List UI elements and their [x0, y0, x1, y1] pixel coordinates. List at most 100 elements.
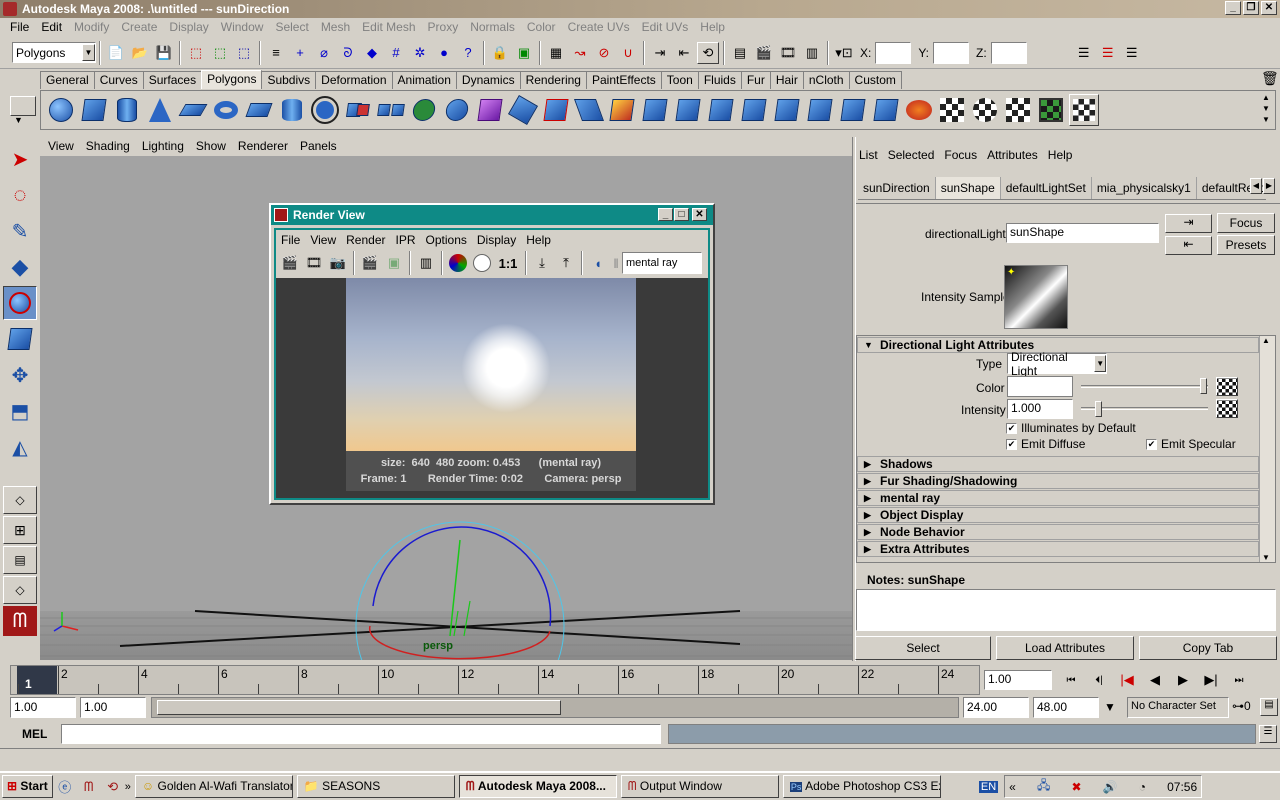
select-hierarchy-icon[interactable]: ⬚ [185, 42, 207, 64]
uv-snapshot-icon[interactable] [1068, 94, 1099, 126]
pause-icon[interactable]: ‖ [611, 252, 621, 274]
menu-color[interactable]: Color [521, 18, 562, 37]
menu-modify[interactable]: Modify [68, 18, 115, 37]
emit-diffuse-checkbox[interactable]: ✔ Emit Diffuse [1006, 437, 1085, 451]
poly-cylinder-icon[interactable] [112, 94, 142, 126]
render-view-maximize-button[interactable]: □ [674, 208, 689, 221]
step-back-frame-icon[interactable]: ⏴| [1086, 669, 1112, 691]
quick-launch-maya-icon[interactable]: ᗰ [78, 776, 100, 798]
shelf-tab-dynamics[interactable]: Dynamics [455, 71, 521, 89]
mel-input[interactable] [61, 724, 661, 744]
tray-security-icon[interactable]: ✖ [1071, 780, 1081, 794]
go-to-output-icon[interactable]: ⇤ [1165, 236, 1212, 255]
poly-torus-icon[interactable] [211, 94, 241, 126]
character-set-field[interactable]: No Character Set [1127, 697, 1229, 718]
snap-curve-icon[interactable]: ↝ [569, 42, 591, 64]
playback-end-field[interactable]: 24.00 [963, 697, 1029, 718]
rv-menu-render[interactable]: Render [341, 230, 390, 250]
go-to-input-icon[interactable]: ⇥ [1165, 214, 1212, 233]
color-slider-handle[interactable] [1200, 378, 1207, 394]
color-map-button[interactable] [1216, 377, 1238, 396]
shelf-tab-rendering[interactable]: Rendering [519, 71, 587, 89]
input-field-mode-icon[interactable]: ▾⊡ [833, 42, 855, 64]
render-settings-icon[interactable]: ▤ [729, 42, 751, 64]
wedge-icon[interactable] [871, 94, 901, 126]
boolean-union-icon[interactable] [409, 94, 439, 126]
x-field[interactable] [875, 41, 912, 64]
tab-scroll-left-icon[interactable]: ◀ [1250, 178, 1262, 194]
ae-menu-help[interactable]: Help [1043, 146, 1078, 165]
poly-prism-icon[interactable] [244, 94, 274, 126]
renderer-field[interactable]: mental ray [622, 252, 702, 274]
show-manipulator-icon[interactable]: ◭ [3, 430, 37, 464]
paint-select-tool-icon[interactable]: ✎ [3, 214, 37, 248]
select-button[interactable]: Select [855, 636, 991, 660]
render-current-frame-icon[interactable]: 🎬 [753, 42, 775, 64]
rv-menu-ipr[interactable]: IPR [391, 230, 421, 250]
intensity-slider-handle[interactable] [1095, 401, 1103, 417]
show-attr-editor-icon[interactable]: ☰ [1073, 42, 1095, 64]
render-image-area[interactable]: size: 640 480 zoom: 0.453 (mental ray) F… [276, 278, 708, 498]
input-ops-icon[interactable]: ⇥ [649, 42, 671, 64]
ae-menu-focus[interactable]: Focus [939, 146, 982, 165]
taskbar-item-maya[interactable]: ᗰ Autodesk Maya 2008... [458, 775, 617, 798]
ae-tab-sunshape[interactable]: sunShape [935, 176, 1001, 199]
shelf-menu-arrow-icon[interactable]: ▼ [14, 115, 23, 125]
rv-menu-options[interactable]: Options [421, 230, 472, 250]
move-tool-icon[interactable]: ◆ [3, 250, 37, 284]
shelf-tab-fluids[interactable]: Fluids [697, 71, 742, 89]
curve-mask-icon[interactable]: ᘐ [337, 42, 359, 64]
intensity-field[interactable]: 1.000 [1007, 399, 1073, 419]
node-name-field[interactable]: sunShape [1006, 223, 1159, 243]
shelf-tab-animation[interactable]: Animation [391, 71, 457, 89]
rotate-tool-icon[interactable] [3, 286, 37, 320]
section-fur-shading[interactable]: ▶ Fur Shading/Shadowing [857, 473, 1259, 489]
y-field[interactable] [933, 41, 970, 64]
focus-button[interactable]: Focus [1217, 213, 1275, 233]
shelf-tab-fur[interactable]: Fur [740, 71, 771, 89]
select-object-icon[interactable]: ⬚ [209, 42, 231, 64]
range-track[interactable] [151, 697, 959, 718]
append-polygon-icon[interactable] [607, 94, 637, 126]
menu-proxy[interactable]: Proxy [422, 18, 465, 37]
show-tool-settings-icon[interactable]: ☰ [1121, 42, 1143, 64]
menu-edit-uvs[interactable]: Edit UVs [636, 18, 695, 37]
tray-network-icon[interactable]: 🖧 [1037, 776, 1050, 797]
rv-menu-view[interactable]: View [305, 230, 341, 250]
insert-edge-loop-icon[interactable] [673, 94, 703, 126]
extrude-icon[interactable] [541, 94, 571, 126]
light-type-dropdown[interactable]: Directional Light ▼ [1007, 350, 1107, 378]
shelf-tab-hair[interactable]: Hair [769, 71, 804, 89]
menu-set-select[interactable]: Polygons ▼ [12, 42, 96, 63]
four-view-layout-icon[interactable]: ⊞ [3, 516, 37, 544]
snap-view-plane-icon[interactable]: ∪ [617, 42, 639, 64]
render-view-close-button[interactable]: ✕ [692, 208, 707, 221]
merge-vertex-icon[interactable] [739, 94, 769, 126]
taskbar-item-output-window[interactable]: ᗰ Output Window [620, 775, 779, 798]
step-back-key-icon[interactable]: |◀ [1114, 669, 1140, 691]
close-button[interactable]: ✕ [1261, 1, 1277, 15]
lasso-tool-icon[interactable]: ◌ [3, 178, 37, 212]
spherical-mapping-icon[interactable] [970, 94, 1000, 126]
separate-icon[interactable] [376, 94, 406, 126]
range-bar[interactable] [157, 700, 561, 715]
section-extra-attributes[interactable]: ▶ Extra Attributes [857, 541, 1259, 557]
copy-tab-button[interactable]: Copy Tab [1139, 636, 1277, 660]
menu-edit[interactable]: Edit [35, 18, 68, 37]
poly-cone-icon[interactable] [145, 94, 175, 126]
language-indicator[interactable]: EN [978, 780, 999, 793]
show-channel-box-icon[interactable]: ☰ [1097, 42, 1119, 64]
new-scene-icon[interactable]: 📄 [105, 42, 127, 64]
shelf-tab-painteffects[interactable]: PaintEffects [585, 71, 662, 89]
anim-end-field[interactable]: 48.00 [1033, 697, 1099, 718]
taskbar-item-photoshop[interactable]: Ps Adobe Photoshop CS3 Ex... [782, 775, 941, 798]
render-mask-icon[interactable]: ● [433, 42, 455, 64]
chevron-down-icon[interactable]: ▼ [1104, 700, 1116, 714]
play-forwards-icon[interactable]: ▶ [1170, 669, 1196, 691]
render-view-minimize-button[interactable]: _ [658, 208, 673, 221]
taskbar-item-translator[interactable]: ☺ Golden Al-Wafi Translator [134, 775, 293, 798]
go-to-end-icon[interactable]: ⏭ [1226, 669, 1252, 691]
poly-pipe-icon[interactable] [277, 94, 307, 126]
start-button[interactable]: ⊞ Start [2, 775, 53, 798]
shelf-options-button[interactable] [10, 96, 36, 116]
